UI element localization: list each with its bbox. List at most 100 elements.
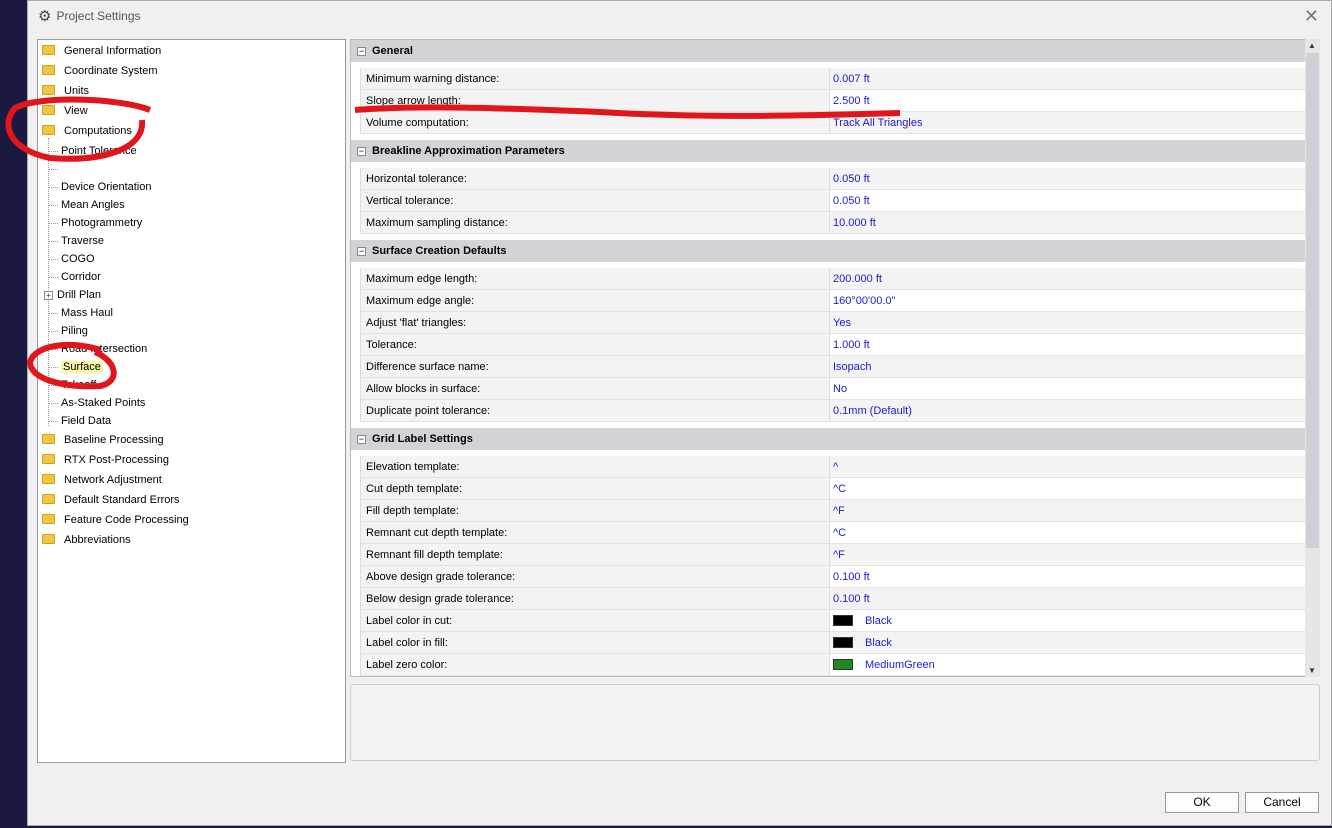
expand-icon[interactable]: +: [44, 291, 53, 300]
property-row[interactable]: Duplicate point tolerance: 0.1mm (Default…: [360, 400, 1319, 422]
property-row[interactable]: Minimum warning distance: 0.007 ft: [360, 68, 1319, 90]
collapse-icon[interactable]: −: [357, 46, 366, 56]
property-row[interactable]: Volume computation: Track All Triangles: [360, 112, 1319, 134]
tree-item-child[interactable]: As-Staked Points: [48, 394, 145, 412]
property-row[interactable]: Label color in cut: Black: [360, 610, 1319, 632]
tree-item-child[interactable]: Surface: [48, 358, 103, 376]
tree-item-child[interactable]: Device Orientation: [48, 178, 152, 196]
tree-item[interactable]: Coordinate System: [42, 62, 158, 80]
property-value[interactable]: No: [830, 378, 1319, 399]
tree-item-label: Coordinate System: [64, 65, 158, 77]
property-row[interactable]: Elevation template: ^: [360, 456, 1319, 478]
section-header[interactable]: − Grid Label Settings: [351, 428, 1319, 450]
tree-item-label: Takeoff: [61, 379, 97, 391]
property-value[interactable]: 10.000 ft: [830, 212, 1319, 233]
property-row[interactable]: Vertical tolerance: 0.050 ft: [360, 190, 1319, 212]
property-value[interactable]: MediumGreen: [830, 654, 1319, 675]
tree-item[interactable]: Abbreviations: [42, 531, 131, 549]
property-row[interactable]: Remnant fill depth template: ^F: [360, 544, 1319, 566]
tree-item[interactable]: View: [42, 102, 88, 120]
collapse-icon[interactable]: −: [357, 246, 366, 256]
section-title: Surface Creation Defaults: [372, 245, 507, 257]
ok-button[interactable]: OK: [1165, 792, 1239, 813]
property-label: Minimum warning distance:: [360, 68, 830, 89]
property-row[interactable]: Slope arrow length: 2.500 ft: [360, 90, 1319, 112]
tree-item[interactable]: Feature Code Processing: [42, 511, 189, 529]
tree-item[interactable]: Network Adjustment: [42, 471, 162, 489]
scrollbar-thumb[interactable]: [1306, 53, 1319, 548]
property-row[interactable]: Below design grade tolerance: 0.100 ft: [360, 588, 1319, 610]
section-header[interactable]: − Breakline Approximation Parameters: [351, 140, 1319, 162]
section-header[interactable]: − General: [351, 40, 1319, 62]
section-header[interactable]: − Surface Creation Defaults: [351, 240, 1319, 262]
property-value[interactable]: Track All Triangles: [830, 112, 1319, 133]
collapse-icon[interactable]: −: [357, 434, 366, 444]
collapse-icon[interactable]: −: [357, 146, 366, 156]
tree-item-child[interactable]: Road Intersection: [48, 340, 147, 358]
tree-item-child[interactable]: [48, 160, 61, 178]
property-row[interactable]: Difference surface name: Isopach: [360, 356, 1319, 378]
tree-item-child[interactable]: Mean Angles: [48, 196, 125, 214]
tree-item-child[interactable]: Traverse: [48, 232, 104, 250]
property-row[interactable]: Tolerance: 1.000 ft: [360, 334, 1319, 356]
tree-item-label: COGO: [61, 253, 95, 265]
property-value[interactable]: ^: [830, 456, 1319, 477]
property-row[interactable]: Adjust 'flat' triangles: Yes: [360, 312, 1319, 334]
property-value[interactable]: Black: [830, 632, 1319, 653]
scroll-down-icon[interactable]: ▼: [1308, 666, 1316, 675]
property-value[interactable]: 0.050 ft: [830, 168, 1319, 189]
color-swatch: [833, 615, 853, 626]
tree-item-child[interactable]: Point Tolerance: [48, 142, 137, 160]
cancel-button[interactable]: Cancel: [1245, 792, 1319, 813]
property-value[interactable]: ^F: [830, 500, 1319, 521]
property-row[interactable]: Remnant cut depth template: ^C: [360, 522, 1319, 544]
tree-item[interactable]: Units: [42, 82, 89, 100]
tree-item-child[interactable]: COGO: [48, 250, 95, 268]
property-value-text: ^C: [833, 483, 847, 495]
close-icon[interactable]: ✕: [1304, 6, 1319, 27]
scrollbar[interactable]: ▲ ▼: [1305, 39, 1320, 677]
property-value[interactable]: Isopach: [830, 356, 1319, 377]
property-row[interactable]: Fill depth template: ^F: [360, 500, 1319, 522]
property-row[interactable]: Label zero color: MediumGreen: [360, 654, 1319, 676]
property-row[interactable]: Maximum edge angle: 160°00'00.0": [360, 290, 1319, 312]
tree-item-child[interactable]: Field Data: [48, 412, 111, 430]
property-value[interactable]: 0.100 ft: [830, 588, 1319, 609]
tree-item-child[interactable]: Photogrammetry: [48, 214, 142, 232]
property-value[interactable]: ^F: [830, 544, 1319, 565]
property-value[interactable]: 1.000 ft: [830, 334, 1319, 355]
tree-item[interactable]: General Information: [42, 42, 161, 60]
property-value[interactable]: 0.007 ft: [830, 68, 1319, 89]
tree-item-label: Feature Code Processing: [64, 514, 189, 526]
property-value[interactable]: ^C: [830, 522, 1319, 543]
property-value[interactable]: Black: [830, 610, 1319, 631]
property-value[interactable]: 2.500 ft: [830, 90, 1319, 111]
property-row[interactable]: Cut depth template: ^C: [360, 478, 1319, 500]
tree-item-child[interactable]: Takeoff: [48, 376, 96, 394]
property-grid[interactable]: − General Minimum warning distance: 0.007 f…: [350, 39, 1320, 677]
settings-tree[interactable]: General Information Coordinate System Unit…: [37, 39, 346, 763]
tree-item-child[interactable]: + Drill Plan: [44, 286, 101, 304]
tree-item-child[interactable]: Corridor: [48, 268, 101, 286]
property-value[interactable]: 0.100 ft: [830, 566, 1319, 587]
property-value[interactable]: 160°00'00.0": [830, 290, 1319, 311]
property-value[interactable]: 200.000 ft: [830, 268, 1319, 289]
property-row[interactable]: Horizontal tolerance: 0.050 ft: [360, 168, 1319, 190]
tree-item[interactable]: Computations: [42, 122, 132, 140]
tree-item[interactable]: Default Standard Errors: [42, 491, 180, 509]
property-row[interactable]: Allow blocks in surface: No: [360, 378, 1319, 400]
property-row[interactable]: Above design grade tolerance: 0.100 ft: [360, 566, 1319, 588]
tree-item-child[interactable]: Piling: [48, 322, 88, 340]
tree-item-child[interactable]: Mass Haul: [48, 304, 113, 322]
property-row[interactable]: Label color in fill: Black: [360, 632, 1319, 654]
property-value[interactable]: 0.1mm (Default): [830, 400, 1319, 421]
tree-item[interactable]: Baseline Processing: [42, 431, 164, 449]
property-value[interactable]: ^C: [830, 478, 1319, 499]
property-value[interactable]: 0.050 ft: [830, 190, 1319, 211]
tree-item[interactable]: RTX Post-Processing: [42, 451, 169, 469]
property-row[interactable]: Maximum edge length: 200.000 ft: [360, 268, 1319, 290]
property-row[interactable]: Maximum sampling distance: 10.000 ft: [360, 212, 1319, 234]
color-swatch: [833, 637, 853, 648]
property-value[interactable]: Yes: [830, 312, 1319, 333]
scroll-up-icon[interactable]: ▲: [1308, 41, 1316, 50]
